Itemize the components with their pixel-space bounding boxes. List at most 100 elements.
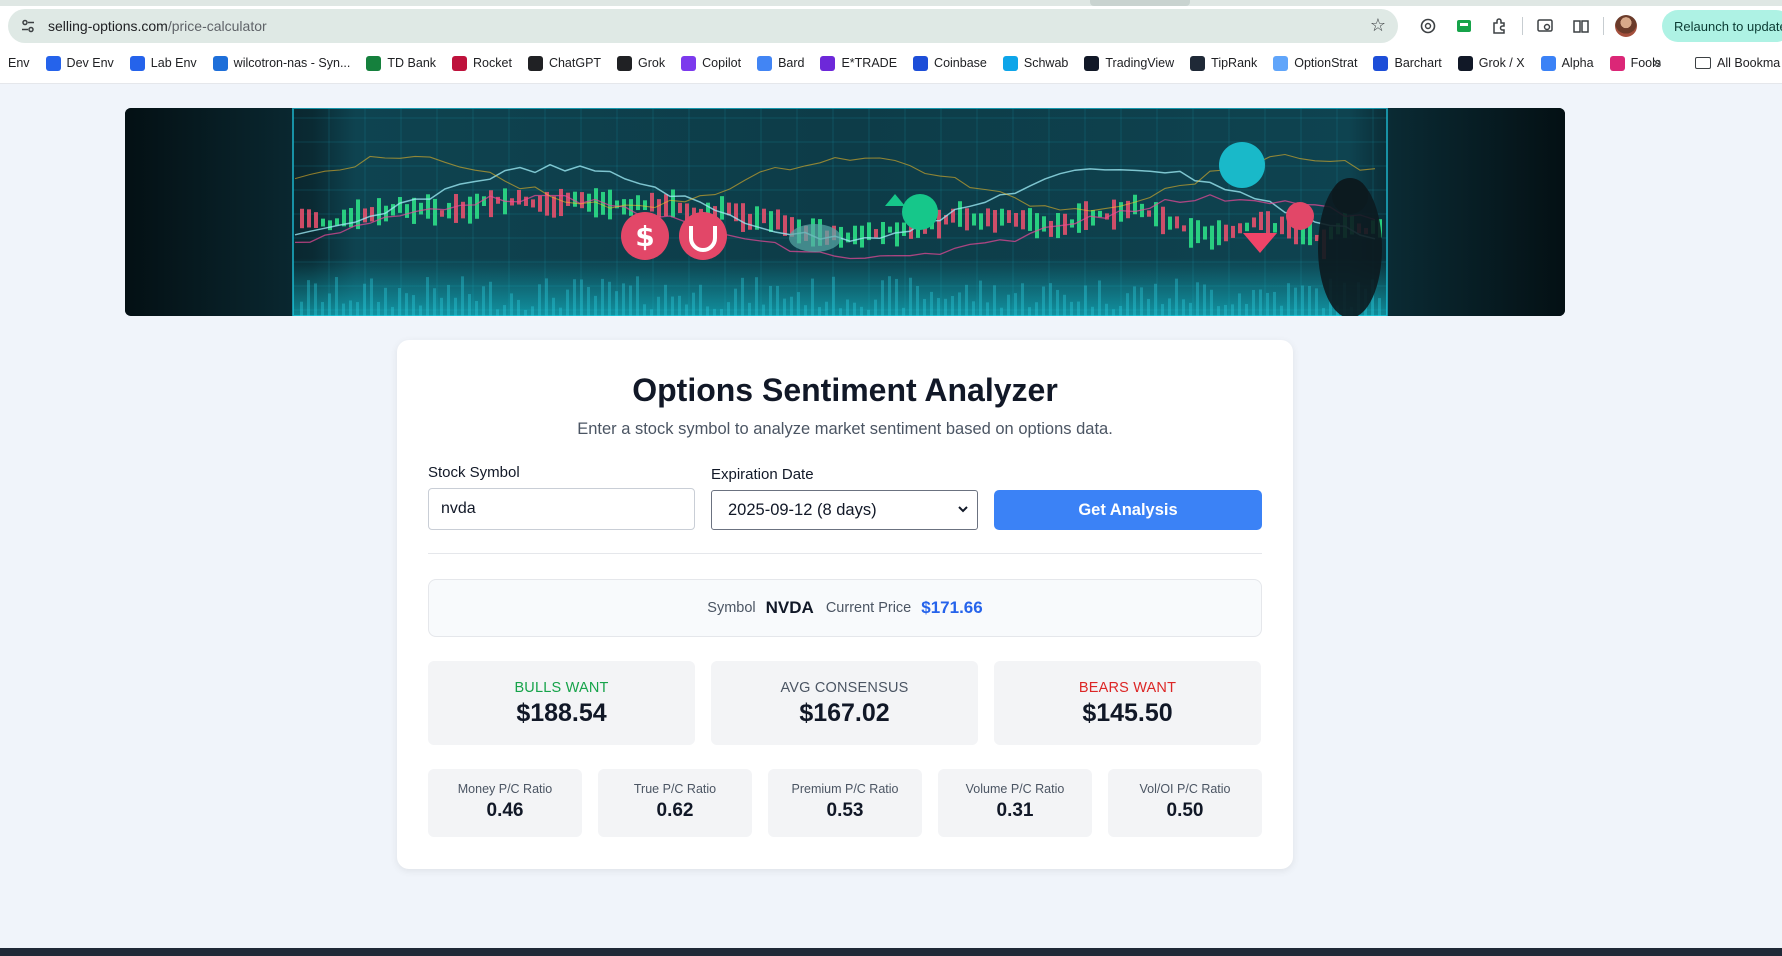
bulls-want-label: BULLS WANT [514, 680, 609, 696]
bookmark-label: wilcotron-nas - Syn... [233, 56, 351, 70]
bookmark-item[interactable]: TipRank [1182, 50, 1265, 76]
bookmark-star-icon[interactable]: ☆ [1370, 15, 1386, 36]
url-text[interactable]: selling-options.com/price-calculator [48, 18, 267, 34]
get-analysis-button[interactable]: Get Analysis [994, 490, 1262, 530]
ratio-card-premium: Premium P/C Ratio 0.53 [768, 769, 922, 837]
relaunch-button[interactable]: Relaunch to update [1662, 10, 1782, 42]
stock-symbol-input[interactable]: nvda [428, 488, 695, 530]
bookmark-label: Bard [778, 56, 805, 70]
bookmark-label: TipRank [1211, 56, 1258, 70]
bookmark-item[interactable]: Bard [749, 50, 812, 76]
avg-consensus-card: AVG CONSENSUS $167.02 [711, 661, 978, 745]
bookmark-label: Rocket [473, 56, 512, 70]
stock-symbol-label: Stock Symbol [428, 464, 520, 481]
copilot-favicon-icon [681, 55, 697, 71]
rocket-favicon-icon [452, 55, 468, 71]
symbol-summary: Symbol NVDA Current Price $171.66 [428, 579, 1262, 637]
bulls-want-card: BULLS WANT $188.54 [428, 661, 695, 745]
bookmark-item[interactable]: Coinbase [905, 50, 995, 76]
bookmark-label: Dev Env [66, 56, 114, 70]
ratio-card-money: Money P/C Ratio 0.46 [428, 769, 582, 837]
tab-search-icon[interactable] [1527, 12, 1563, 40]
ratio-label: Money P/C Ratio [457, 782, 553, 796]
bookmark-label: Alpha [1561, 56, 1594, 70]
bookmark-item[interactable]: Schwab [995, 50, 1076, 76]
bard-favicon-icon [757, 55, 773, 71]
bookmark-label: TD Bank [387, 56, 437, 70]
tab-strip-segment [1090, 0, 1190, 6]
folder-icon [1695, 57, 1711, 69]
page-subtitle: Enter a stock symbol to analyze market s… [577, 420, 1113, 438]
all-bookmarks-button[interactable]: All Bookma [1695, 50, 1780, 76]
toolbar-icons [1410, 12, 1644, 40]
browser-chrome: selling-options.com/price-calculator ☆ R… [0, 0, 1782, 84]
bookmark-label: TradingView [1105, 56, 1175, 70]
footer-bar [0, 948, 1782, 956]
ratio-value: 0.62 [656, 800, 694, 821]
ratio-card-vol-oi: Vol/OI P/C Ratio 0.50 [1108, 769, 1262, 837]
bookmark-label: Lab Env [150, 56, 197, 70]
ratio-value: 0.53 [826, 800, 864, 821]
bookmark-item[interactable]: TradingView [1076, 50, 1182, 76]
toolbar-separator [1522, 17, 1523, 35]
address-bar[interactable]: selling-options.com/price-calculator ☆ [8, 9, 1398, 43]
expiration-date-value: 2025-09-12 (8 days) [728, 501, 877, 519]
extension-chatgpt-icon[interactable] [1410, 12, 1446, 40]
ratio-value: 0.50 [1166, 800, 1204, 821]
profile-avatar[interactable] [1608, 12, 1644, 40]
bookmark-item[interactable]: Env [0, 50, 38, 76]
bookmark-item[interactable]: Alpha [1533, 50, 1602, 76]
ratio-value: 0.46 [486, 800, 524, 821]
hero-banner-image: $ [125, 108, 1565, 316]
ratio-card-true: True P/C Ratio 0.62 [598, 769, 752, 837]
extension-green-icon[interactable] [1446, 12, 1482, 40]
bookmark-item[interactable]: OptionStrat [1265, 50, 1365, 76]
grok-favicon-icon [617, 55, 633, 71]
bookmark-item[interactable]: Rocket [444, 50, 520, 76]
bookmark-label: Barchart [1394, 56, 1442, 70]
bookmark-label: ChatGPT [548, 56, 602, 70]
reading-list-icon[interactable] [1563, 12, 1599, 40]
bears-want-label: BEARS WANT [1078, 680, 1177, 696]
dsm-favicon-icon [212, 55, 228, 71]
bookmark-label: OptionStrat [1294, 56, 1358, 70]
bookmark-item[interactable]: TD Bank [358, 50, 444, 76]
bookmark-item[interactable]: Copilot [673, 50, 749, 76]
bookmark-item[interactable]: Dev Env [38, 50, 122, 76]
analyzer-card: Options Sentiment Analyzer Enter a stock… [397, 340, 1293, 869]
tab-strip [0, 0, 1782, 6]
bears-want-value: $145.50 [1082, 699, 1173, 727]
bookmark-item[interactable]: Barchart [1365, 50, 1449, 76]
avatar-image [1615, 15, 1637, 37]
so-favicon-icon [129, 55, 145, 71]
ratio-value: 0.31 [996, 800, 1034, 821]
all-bookmarks-label: All Bookma [1717, 56, 1781, 70]
site-settings-icon[interactable] [20, 18, 36, 34]
expiration-date-select[interactable]: 2025-09-12 (8 days) [711, 490, 978, 530]
ratio-label: Premium P/C Ratio [791, 782, 899, 796]
bookmark-item[interactable]: Grok [609, 50, 673, 76]
optionstrat-favicon-icon [1273, 55, 1289, 71]
avg-consensus-value: $167.02 [799, 699, 890, 727]
bookmark-item[interactable]: wilcotron-nas - Syn... [205, 50, 359, 76]
fools-favicon-icon [1609, 55, 1625, 71]
coinbase-favicon-icon [913, 55, 929, 71]
toolbar-separator [1603, 17, 1604, 35]
bookmark-label: Grok [638, 56, 666, 70]
bookmark-item[interactable]: Grok / X [1450, 50, 1533, 76]
bookmark-label: Coinbase [934, 56, 987, 70]
divider [428, 553, 1262, 554]
bookmark-item[interactable]: Lab Env [122, 50, 205, 76]
bookmark-item[interactable]: E*TRADE [812, 50, 905, 76]
current-price-label: Current Price [825, 600, 912, 616]
more-bookmarks-icon[interactable]: » [1645, 50, 1669, 76]
bookmark-label: E*TRADE [841, 56, 898, 70]
bookmarks-bar: Env Dev Env Lab Env wilcotron-nas - Syn... T… [0, 50, 1782, 76]
symbol-value: NVDA [765, 598, 814, 617]
bookmark-item[interactable]: ChatGPT [520, 50, 609, 76]
extensions-puzzle-icon[interactable] [1482, 12, 1518, 40]
td-favicon-icon [366, 55, 382, 71]
alpha-favicon-icon [1540, 55, 1556, 71]
expiration-date-label: Expiration Date [711, 466, 814, 483]
ratio-label: Vol/OI P/C Ratio [1139, 782, 1231, 796]
